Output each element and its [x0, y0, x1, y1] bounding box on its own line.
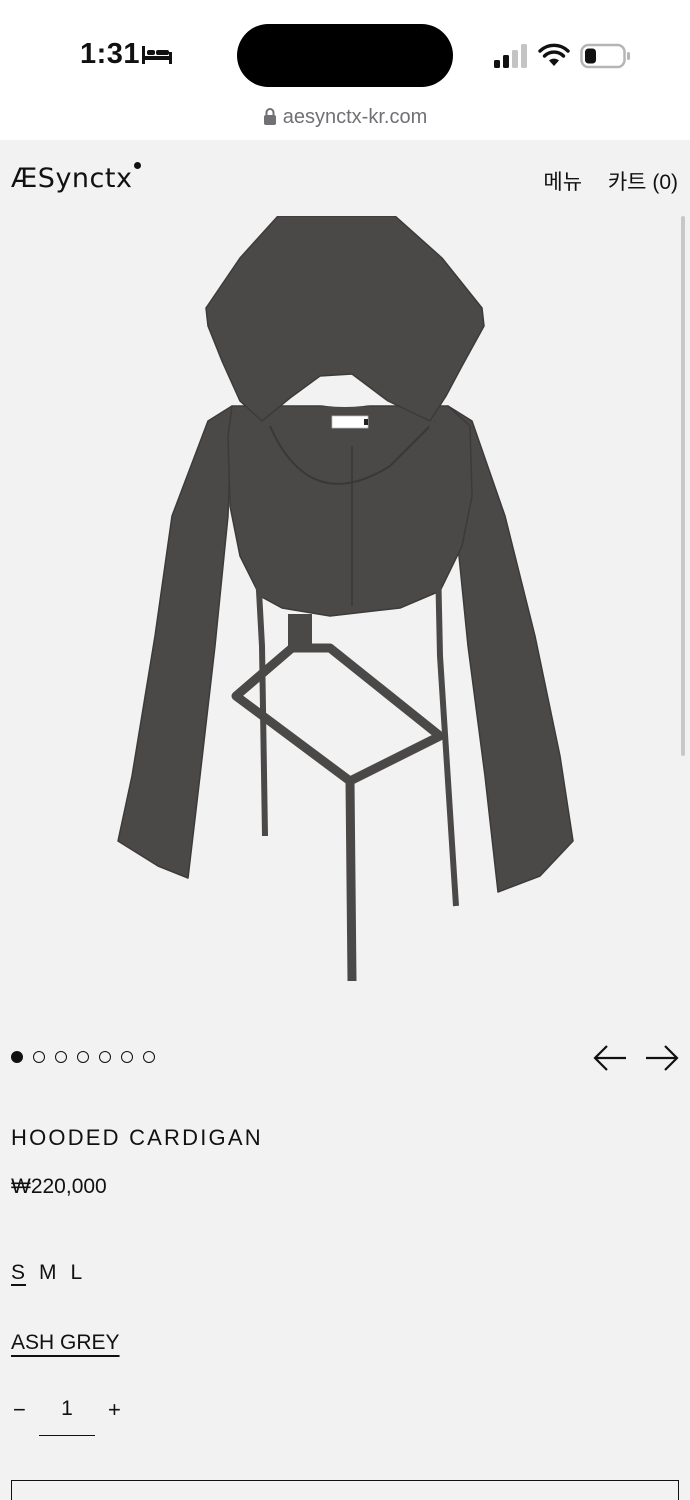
battery-icon: [580, 43, 630, 69]
quantity-input[interactable]: 1: [39, 1397, 95, 1436]
carousel-dot[interactable]: [11, 1051, 23, 1063]
add-to-cart-button[interactable]: [11, 1480, 679, 1500]
logo-dot: [134, 162, 142, 169]
arrow-left-icon[interactable]: [592, 1042, 628, 1074]
product-title: HOODED CARDIGAN: [11, 1125, 263, 1150]
carousel-dot[interactable]: [33, 1051, 45, 1063]
quantity-increase-button[interactable]: +: [108, 1397, 121, 1423]
brand-logo[interactable]: ÆSynctx: [11, 162, 142, 196]
bed-icon: [142, 46, 172, 64]
size-option-l[interactable]: L: [71, 1261, 84, 1285]
carousel-dot[interactable]: [99, 1051, 111, 1063]
cellular-signal-icon: [494, 44, 527, 68]
product-image-gallery[interactable]: [0, 215, 690, 1026]
product-price: ₩220,000: [11, 1175, 107, 1198]
carousel-dot[interactable]: [77, 1051, 89, 1063]
product-photo: [117, 215, 574, 982]
carousel-dot[interactable]: [143, 1051, 155, 1063]
logo-wordmark: ÆSynctx: [11, 163, 133, 194]
page-scrollbar[interactable]: [681, 216, 685, 756]
carousel-arrows: [592, 1042, 680, 1074]
size-option-s[interactable]: S: [11, 1261, 26, 1285]
lock-icon: [263, 108, 276, 125]
carousel-pagination: [11, 1051, 155, 1063]
quantity-decrease-button[interactable]: −: [13, 1397, 26, 1423]
color-option[interactable]: ASH GREY: [11, 1331, 120, 1355]
address-bar[interactable]: aesynctx-kr.com: [0, 106, 690, 129]
arrow-right-icon[interactable]: [644, 1042, 680, 1074]
status-bar: 1:31 aesynctx-kr.com: [0, 0, 690, 140]
dynamic-island: [237, 24, 453, 87]
site-header: ÆSynctx 메뉴 카트 (0): [0, 140, 690, 216]
size-selector: S M L: [11, 1261, 83, 1285]
status-time: 1:31: [80, 38, 141, 70]
carousel-dot[interactable]: [121, 1051, 133, 1063]
cart-link[interactable]: 카트 (0): [608, 171, 678, 194]
wifi-icon: [538, 43, 570, 66]
carousel-dot[interactable]: [55, 1051, 67, 1063]
quantity-stepper: − 1 +: [11, 1395, 131, 1437]
url-text: aesynctx-kr.com: [282, 106, 428, 128]
size-option-m[interactable]: M: [39, 1261, 58, 1285]
menu-link[interactable]: 메뉴: [543, 171, 582, 194]
header-nav: 메뉴 카트 (0): [523, 166, 678, 196]
